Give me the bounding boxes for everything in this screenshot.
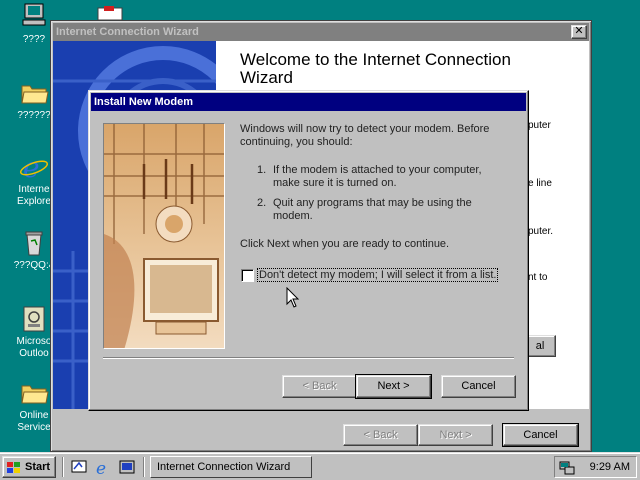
install-new-modem-dialog: Install New Modem Windows will now try t… [88,90,529,411]
icw-cancel-label: Cancel [523,429,558,441]
taskbar-separator [62,457,64,477]
icw-close-button[interactable]: ✕ [571,25,587,39]
internet-explorer-icon: e [19,151,49,184]
close-icon: ✕ [574,25,584,37]
icw-text-fragment: e line [528,178,552,189]
icw-title-bar[interactable]: Internet Connection Wizard ✕ [53,23,589,41]
dont-detect-modem-label[interactable]: Don't detect my modem; I will select it … [256,268,499,282]
start-button[interactable]: Start [2,456,56,478]
svg-text:e: e [96,459,106,476]
modem-back-button[interactable]: < Back [282,375,357,398]
system-tray: 9:29 AM [554,456,637,478]
taskbar: Start e Internet Connection Wizard 9:29 … [0,452,640,480]
folder-icon [19,378,49,408]
modem-step-1: 1. If the modem is attached to your comp… [257,164,507,190]
taskbar-button-icw[interactable]: Internet Connection Wizard [150,456,312,478]
modem-instruction-text: Click Next when you are ready to continu… [240,238,450,250]
desktop-icon-label: Interne Explore [17,184,51,207]
desktop-icon-label: Microso Outloo [16,336,52,359]
folder-icon [19,78,49,108]
modem-intro-text: Windows will now try to detect your mode… [240,123,490,148]
icw-text-fragment: nt to [528,272,548,283]
taskbar-button-label: Internet Connection Wizard [157,461,291,473]
windows-logo-icon [7,461,21,473]
modem-step-2: 2. Quit any programs that may be using t… [257,197,507,223]
dialup-connection-icon[interactable] [559,460,575,476]
computer-icon [19,2,49,32]
icw-back-label: < Back [363,429,398,441]
start-label: Start [25,461,51,473]
recycle-bin-icon [19,228,49,258]
dialog-divider [103,357,514,359]
icw-text-fragment: puter. [528,226,554,237]
step-number: 2. [257,197,267,209]
step-text: Quit any programs that may be using the … [273,197,472,222]
dont-detect-modem-checkbox[interactable] [241,269,254,282]
mouse-pointer-icon [286,286,300,309]
modem-cancel-label: Cancel [461,380,496,392]
icw-next-label: Next > [439,429,472,441]
taskbar-separator [143,457,145,477]
icw-next-button[interactable]: Next > [418,424,493,446]
modem-title-bar[interactable]: Install New Modem [91,93,526,111]
icw-cancel-button[interactable]: Cancel [502,423,579,447]
outlook-icon [19,304,49,334]
icw-back-button[interactable]: < Back [343,424,418,446]
desktop-icon-label: Online Service [17,410,51,433]
icw-text-fragment: puter [528,120,551,131]
modem-back-label: < Back [302,380,337,392]
quicklaunch-desktop-icon[interactable] [70,458,88,476]
modem-next-label: Next > [377,380,410,392]
connection-icon [96,4,126,21]
step-text: If the modem is attached to your compute… [273,164,482,189]
icw-welcome-title: Welcome to the Internet Connection Wizar… [240,50,511,87]
step-number: 1. [257,164,267,176]
icw-obscured-button-label: al [535,340,545,352]
modem-title: Install New Modem [94,96,194,108]
icw-title: Internet Connection Wizard [56,26,199,38]
quicklaunch-channels-icon[interactable] [118,458,136,476]
quicklaunch-internet-explorer-icon[interactable]: e [94,458,112,479]
modem-cancel-button[interactable]: Cancel [441,375,516,398]
modem-illustration [103,123,225,349]
clock[interactable]: 9:29 AM [590,457,630,477]
modem-next-button[interactable]: Next > [355,374,432,399]
